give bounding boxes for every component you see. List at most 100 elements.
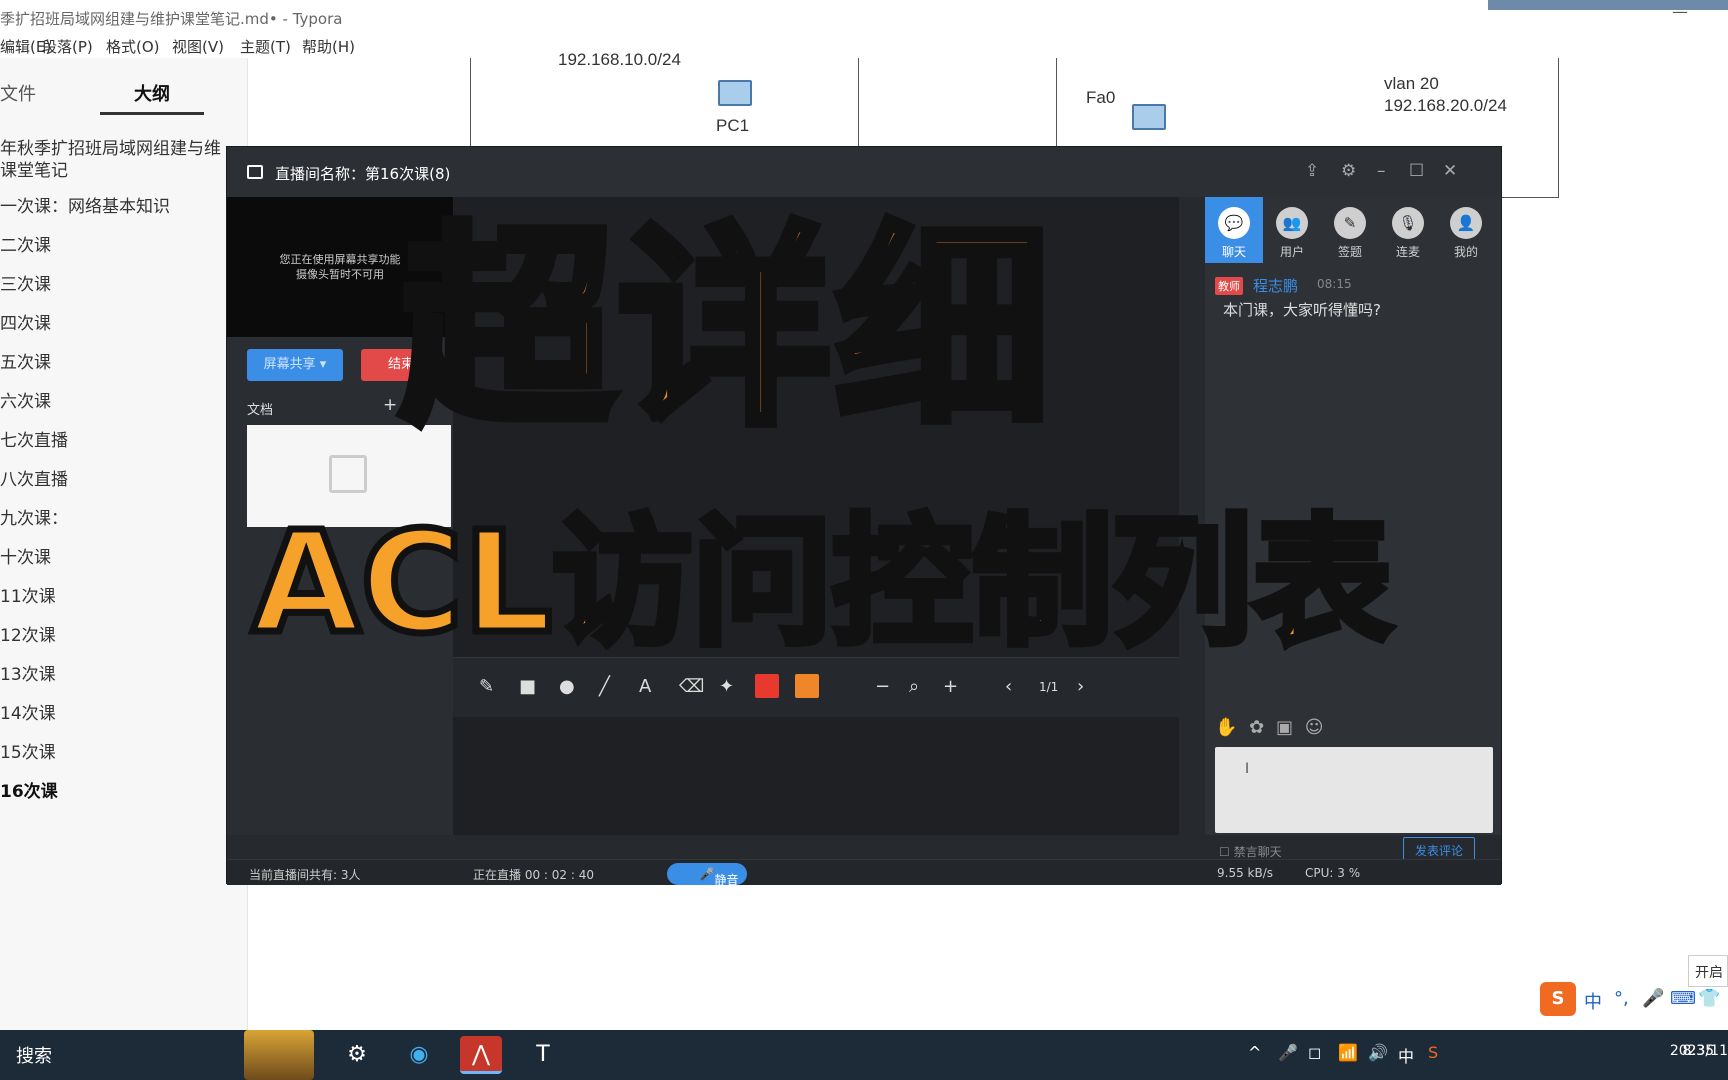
live-app-icon [247,165,263,179]
outline-item[interactable]: 13次课 [0,660,56,685]
settings-app-icon[interactable]: ⚙ [336,1036,378,1074]
eraser-icon[interactable]: ⌫ [679,676,704,697]
menu-paragraph[interactable]: 段落(P) [42,36,93,57]
menu-help[interactable]: 帮助(H) [302,36,355,57]
ime-lang[interactable]: 中 [1584,988,1602,1014]
tray-volume-icon[interactable]: 🔊 [1368,1043,1388,1062]
network-speed: 9.55 kB/s [1217,866,1274,880]
private-chat-checkbox[interactable]: ☐ 禁言聊天 [1219,843,1282,860]
system-tray: ^ 🎤 ◻ 📶 🔊 中 S 8:35 2023/11 [1248,1030,1728,1080]
clock-date[interactable]: 2023/11 [1670,1043,1728,1059]
outline-item[interactable]: 15次课 [0,738,56,763]
zoom-icon[interactable]: ⌕ [909,676,919,697]
pencil-icon[interactable]: ✎ [479,676,494,697]
text-icon[interactable]: A [639,676,651,697]
pen-icon: ✎ [1334,207,1366,239]
tray-mic-icon[interactable]: 🎤 [1278,1043,1298,1062]
ime-keyboard-icon[interactable]: ⌨ [1670,988,1696,1009]
rectangle-icon[interactable]: ■ [519,676,536,697]
mic-icon: 🎙 [1392,207,1424,239]
add-document-button[interactable]: + [383,395,397,415]
outline-item[interactable]: 十次课 [0,543,51,568]
viewer-count: 当前直播间共有: 3人 [249,868,361,882]
pc1-label: PC1 [716,116,750,135]
menu-format[interactable]: 格式(O) [106,36,160,57]
outline-item[interactable]: 六次课 [0,387,51,412]
mute-button[interactable]: 🎤 静音 [667,863,747,887]
tray-expand-icon[interactable]: ^ [1248,1043,1261,1062]
diagram-line [1558,58,1559,198]
subnet2-label: 192.168.20.0/24 [1384,96,1507,115]
pharaoh-image [244,1030,314,1080]
page-indicator: 1/1 [1039,680,1059,694]
outline-item[interactable]: 四次课 [0,309,51,334]
ime-voice-icon[interactable]: 🎤 [1642,988,1664,1009]
outline-item[interactable]: 12次课 [0,621,56,646]
hand-icon[interactable]: ✋ [1215,717,1237,738]
tab-users[interactable]: 👥 用户 [1263,197,1321,263]
tab-outline[interactable]: 大纲 [134,80,170,106]
tab-profile[interactable]: 👤 我的 [1437,197,1495,263]
outline-item[interactable]: 二次课 [0,231,51,256]
ime-toolbar: S 中 °, 🎤 ⌨ 👕 [1540,982,1728,1016]
ime-punct[interactable]: °, [1614,988,1629,1009]
outline-item[interactable]: 课堂笔记 [0,156,68,181]
tab-chat[interactable]: 💬 聊天 [1205,197,1263,263]
outline-item-active[interactable]: 16次课 [0,777,58,802]
overlay-title: 超详细 [396,201,1055,459]
users-icon: 👥 [1276,207,1308,239]
outline-item[interactable]: 14次课 [0,699,56,724]
outline-item[interactable]: 11次课 [0,582,56,607]
tray-display-icon[interactable]: ◻ [1308,1043,1321,1062]
teacher-badge: 教师 [1215,277,1243,295]
window-controls-area [1488,0,1728,10]
menu-bar: 编辑(E) 段落(P) 格式(O) 视图(V) 主题(T) 帮助(H) [0,34,1728,58]
live-app-taskbar-icon[interactable]: ⋀ [460,1036,502,1074]
zoom-out-icon[interactable]: − [875,676,890,697]
outline-item[interactable]: 七次直播 [0,426,68,451]
screen-share-button[interactable]: 屏幕共享 ▾ [247,349,343,381]
typora-app-icon[interactable]: T [522,1036,564,1074]
minimize-icon[interactable]: – [1377,161,1386,181]
tray-ime-icon[interactable]: 中 [1398,1043,1414,1067]
ime-skin-icon[interactable]: 👕 [1698,988,1720,1009]
tray-sogou-icon[interactable]: S [1428,1043,1438,1062]
circle-icon[interactable]: ● [559,676,575,697]
orange-color-swatch[interactable] [795,674,819,698]
close-icon[interactable]: ✕ [1443,161,1457,181]
document-label: 文档 [247,403,274,418]
tab-mic[interactable]: 🎙 连麦 [1379,197,1437,263]
settings-icon[interactable]: ⚙ [1341,161,1356,181]
red-color-swatch[interactable] [755,674,779,698]
flower-icon[interactable]: ✿ [1249,717,1264,738]
outline-item[interactable]: 九次课： [0,504,68,529]
taskbar-search[interactable]: 搜索 [16,1042,52,1068]
outline-item[interactable]: 五次课 [0,348,51,373]
chat-time: 08:15 [1317,277,1352,291]
prev-page-icon[interactable]: ‹ [1005,676,1012,697]
menu-theme[interactable]: 主题(T) [240,36,291,57]
emoji-icon[interactable]: ☺ [1305,717,1324,738]
menu-view[interactable]: 视图(V) [172,36,224,57]
diagram-line [1056,58,1057,148]
chat-sender: 程志鹏 [1253,277,1299,295]
tab-questions[interactable]: ✎ 签题 [1321,197,1379,263]
next-page-icon[interactable]: › [1077,676,1084,697]
profile-icon: 👤 [1450,207,1482,239]
edge-app-icon[interactable]: ◉ [398,1036,440,1074]
pc2-icon [1132,104,1166,130]
image-icon[interactable]: ▣ [1276,717,1293,738]
line-icon[interactable]: ╱ [599,676,610,697]
minimize-icon[interactable]: — [1672,2,1688,21]
tray-wifi-icon[interactable]: 📶 [1338,1043,1358,1062]
outline-item[interactable]: 八次直播 [0,465,68,490]
zoom-in-icon[interactable]: + [943,676,958,697]
outline-item[interactable]: 三次课 [0,270,51,295]
outline-item[interactable]: 一次课：网络基本知识 [0,192,170,217]
clear-icon[interactable]: ✦ [719,676,734,697]
maximize-icon[interactable]: ☐ [1409,161,1424,181]
tab-files[interactable]: 文件 [0,80,36,106]
chat-input[interactable]: I [1215,747,1493,833]
share-icon[interactable]: ⇪ [1305,161,1319,181]
sogou-logo[interactable]: S [1540,982,1576,1016]
